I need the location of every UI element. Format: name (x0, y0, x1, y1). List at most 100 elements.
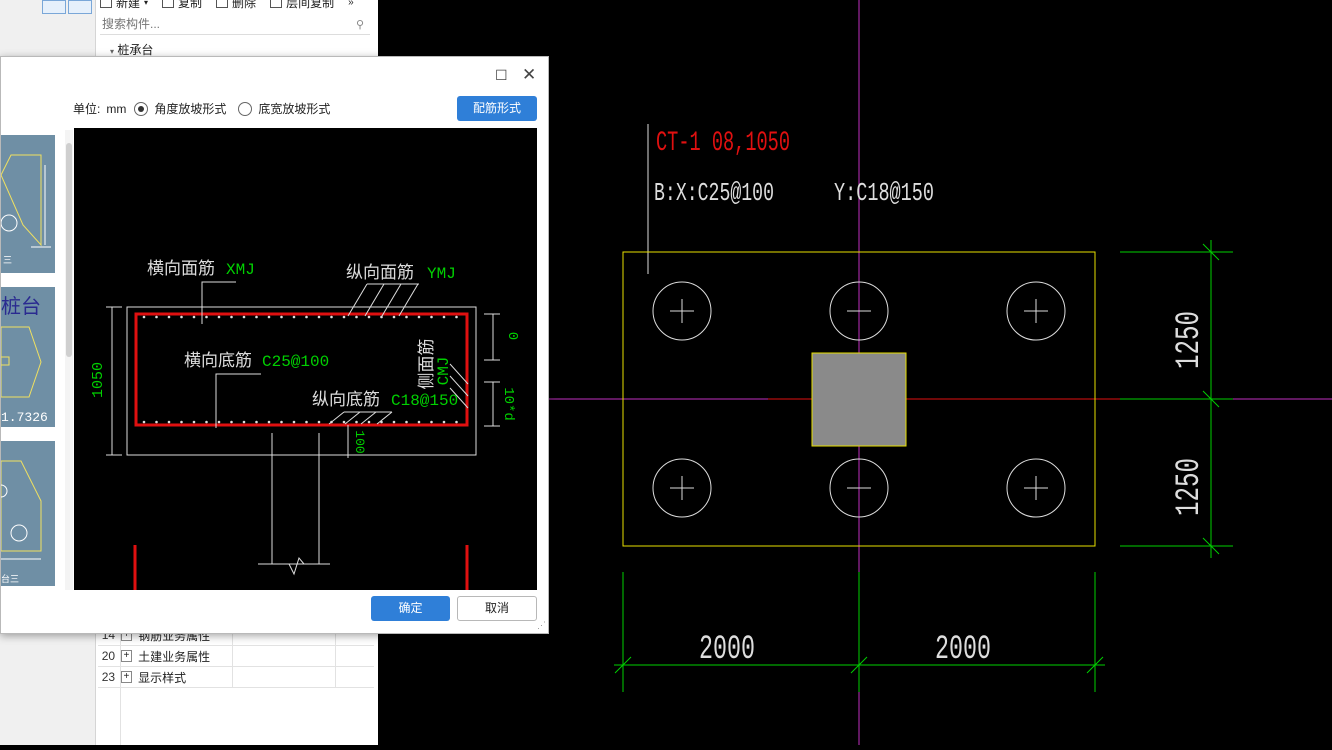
search-input[interactable] (100, 16, 344, 32)
rebar-dot (267, 420, 271, 424)
table-row[interactable]: 23 + 显示样式 (98, 667, 374, 688)
side-dim-label: 10*d (500, 387, 516, 421)
rebar-dot (342, 315, 346, 319)
copy-button[interactable]: 复制 (162, 0, 202, 11)
table-row[interactable]: 20 + 土建业务属性 (98, 646, 374, 667)
rebar-dot (392, 315, 396, 319)
rebar-y-label: Y:C18@150 (834, 178, 934, 208)
dim-left-label: 2000 (699, 631, 755, 669)
rebar-preview-canvas: 1050 0 10*d 100 横向面筋 XMJ 纵向面筋 YMJ 横向底筋 C… (74, 128, 537, 590)
rebar-style-button[interactable]: 配筋形式 (457, 96, 537, 121)
rebar-dot (442, 420, 446, 424)
trash-icon (216, 0, 229, 8)
y-bottom-value: C18@150 (391, 392, 458, 410)
rebar-dot (230, 315, 233, 319)
rebar-dot (155, 420, 158, 424)
close-icon[interactable]: ✕ (522, 65, 536, 85)
rebar-dot (355, 315, 358, 319)
floor-copy-button[interactable]: 层间复制 (270, 0, 334, 11)
rebar-dot (455, 420, 458, 424)
svg-text:纵向面筋: 纵向面筋 (346, 263, 414, 282)
rebar-dot (280, 315, 283, 319)
rebar-dot (242, 420, 246, 424)
rebar-dot (142, 315, 146, 319)
rebar-dot (455, 315, 458, 319)
top-rebar-dots (142, 315, 458, 319)
rebar-dot (205, 420, 208, 424)
rebar-dot (205, 315, 208, 319)
rebar-dot (292, 420, 296, 424)
rebar-dot (280, 420, 283, 424)
dim-top-label: 1250 (1171, 311, 1209, 369)
radio-angle-slope[interactable] (134, 101, 149, 116)
ok-button[interactable]: 确定 (371, 596, 450, 621)
side-code: CMJ (435, 357, 453, 386)
bottom-cover-dim-label: 100 (352, 430, 367, 453)
rebar-x-label: B:X:C25@100 (654, 178, 774, 208)
search-icon[interactable]: ⚲ (356, 18, 364, 31)
xmj-code: XMJ (226, 261, 255, 279)
svg-text:纵向底筋: 纵向底筋 (312, 390, 380, 409)
dim-right-label: 2000 (935, 631, 991, 669)
rebar-dot (355, 420, 358, 424)
rebar-dot (155, 315, 158, 319)
rebar-dot (342, 420, 346, 424)
floor-copy-icon (270, 0, 283, 8)
cancel-button[interactable]: 取消 (457, 596, 537, 621)
rebar-dot (305, 420, 308, 424)
rebar-style-dialog: ☐ ✕ 单位: mm 角度放坡形式 底宽放坡形式 配筋形式 三 桩台 1.732… (0, 56, 549, 634)
component-list-panel: 新建▾ 复制 删除 层间复制 » ⚲ ▾ 桩承台 (96, 0, 377, 60)
new-icon (100, 0, 112, 8)
copy-icon (162, 0, 175, 8)
svg-text:横向面筋: 横向面筋 (147, 259, 215, 278)
expand-icon[interactable]: + (120, 650, 133, 662)
rebar-dot (442, 315, 446, 319)
rebar-dot (430, 420, 433, 424)
svg-text:横向底筋: 横向底筋 (184, 351, 252, 370)
rebar-dot (317, 315, 321, 319)
delete-button[interactable]: 删除 (216, 0, 256, 11)
column-block[interactable] (811, 352, 907, 447)
bottom-rebar-dots (142, 420, 458, 424)
search-box: ⚲ (100, 16, 370, 35)
svg-text:侧面筋: 侧面筋 (417, 339, 436, 390)
thumbnail-item[interactable]: 桩台 1.7326 (1, 287, 55, 427)
resize-grip-icon[interactable]: ⋰ (537, 620, 546, 631)
list-view-icon[interactable] (42, 0, 66, 14)
rebar-dot (405, 315, 408, 319)
rebar-dot (242, 315, 246, 319)
unit-options: 单位: mm 角度放坡形式 底宽放坡形式 (73, 101, 331, 116)
collapse-arrow-icon[interactable]: ▾ (110, 47, 114, 56)
grid-view-icon[interactable] (68, 0, 92, 14)
toolbar-more-icon[interactable]: » (348, 0, 354, 8)
component-toolbar: 新建 ▾ 复制 删除 层间复制 » (100, 0, 354, 10)
thumbnail-item[interactable]: 台三 (1, 441, 55, 586)
maximize-icon[interactable]: ☐ (495, 67, 508, 84)
svg-text:台三: 台三 (1, 573, 19, 584)
x-bottom-value: C25@100 (262, 353, 329, 371)
rebar-dot (317, 420, 321, 424)
rebar-dot (167, 315, 171, 319)
horizontal-dimension (614, 572, 1105, 692)
thumbnail-item[interactable]: 三 (1, 135, 55, 273)
svg-text:三: 三 (3, 255, 12, 265)
rebar-dot (330, 315, 333, 319)
top-cover-dim-label: 0 (504, 332, 520, 340)
rebar-dot (192, 315, 196, 319)
rebar-dot (180, 315, 183, 319)
dim-bottom-label: 1250 (1171, 458, 1209, 516)
rebar-dot (267, 315, 271, 319)
rebar-dot (417, 315, 421, 319)
rebar-dot (167, 420, 171, 424)
radio-width-slope[interactable] (238, 101, 253, 116)
rebar-dot (217, 420, 221, 424)
rebar-dot (292, 315, 296, 319)
property-table: 14 + 钢筋业务属性 20 + 土建业务属性 23 + 显示样式 (98, 625, 374, 688)
rebar-dot (417, 420, 421, 424)
expand-icon[interactable]: + (120, 671, 133, 683)
rebar-dot (217, 315, 221, 319)
rebar-dot (367, 315, 371, 319)
thumbnail-scroll-thumb[interactable] (66, 143, 72, 357)
rebar-dot (392, 420, 396, 424)
new-button[interactable]: 新建 ▾ (100, 0, 148, 11)
